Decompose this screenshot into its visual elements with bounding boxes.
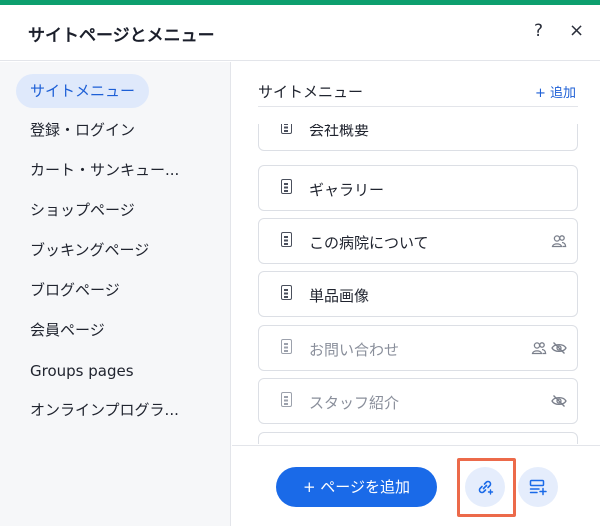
page-row-about-hospital[interactable]: この病院について bbox=[258, 218, 578, 264]
sidebar: サイトメニュー 登録・ログイン カート・サンキュー... ショップページ ブッキ… bbox=[0, 62, 231, 526]
sidebar-item-booking-pages[interactable]: ブッキングページ bbox=[16, 233, 163, 267]
section-title: サイトメニュー bbox=[258, 83, 364, 101]
panel-footer: + ページを追加 bbox=[232, 445, 600, 526]
page-label: この病院について bbox=[309, 234, 429, 252]
page-row-single-image[interactable]: 単品画像 bbox=[258, 271, 578, 317]
add-menu-button[interactable] bbox=[518, 467, 558, 507]
help-icon[interactable]: ? bbox=[534, 21, 543, 41]
panel-title: サイトページとメニュー bbox=[28, 26, 215, 46]
page-row-contact[interactable]: お問い合わせ bbox=[258, 325, 578, 371]
sidebar-item-shop-pages[interactable]: ショップページ bbox=[16, 193, 149, 227]
hidden-eye-icon bbox=[551, 395, 567, 407]
page-icon bbox=[281, 392, 292, 407]
page-label: 会社概要 bbox=[309, 124, 370, 139]
main-panel: サイトメニュー + 追加 会社概要 ギャラリー この病院について 単品画像 お問… bbox=[232, 62, 600, 526]
page-icon bbox=[281, 232, 292, 247]
sidebar-item-member-pages[interactable]: 会員ページ bbox=[16, 313, 119, 347]
link-add-icon bbox=[478, 480, 494, 495]
close-icon[interactable]: × bbox=[569, 21, 584, 41]
page-row-gallery[interactable]: ギャラリー bbox=[258, 165, 578, 211]
hidden-eye-icon bbox=[551, 342, 567, 354]
page-row-staff[interactable]: スタッフ紹介 bbox=[258, 378, 578, 424]
add-menu-item-link[interactable]: + 追加 bbox=[535, 82, 576, 101]
page-icon bbox=[281, 124, 292, 134]
page-label: 単品画像 bbox=[309, 287, 370, 305]
page-label: スタッフ紹介 bbox=[309, 394, 400, 412]
menu-add-icon bbox=[529, 479, 547, 496]
page-list[interactable]: 会社概要 ギャラリー この病院について 単品画像 お問い合わせ スタッフ紹介 bbox=[256, 124, 580, 444]
sidebar-item-site-menu[interactable]: サイトメニュー bbox=[16, 74, 150, 108]
page-icon bbox=[281, 339, 292, 354]
sidebar-item-signup-login[interactable]: 登録・ログイン bbox=[16, 113, 149, 147]
page-row-next[interactable] bbox=[258, 432, 578, 444]
add-page-button[interactable]: + ページを追加 bbox=[276, 467, 437, 507]
members-only-icon bbox=[551, 235, 567, 248]
page-icon bbox=[281, 179, 292, 194]
add-link-button[interactable] bbox=[465, 467, 505, 507]
members-only-icon bbox=[531, 342, 547, 355]
panel-header: サイトページとメニュー ? × bbox=[0, 5, 600, 61]
sidebar-item-blog-pages[interactable]: ブログページ bbox=[16, 273, 134, 307]
sidebar-item-groups-pages[interactable]: Groups pages bbox=[16, 354, 148, 388]
page-row-company[interactable]: 会社概要 bbox=[258, 124, 578, 151]
sidebar-item-cart-thankyou[interactable]: カート・サンキュー... bbox=[16, 153, 193, 187]
page-label: お問い合わせ bbox=[309, 341, 400, 359]
sidebar-item-online-programs[interactable]: オンラインプログラ... bbox=[16, 393, 193, 427]
page-icon bbox=[281, 285, 292, 300]
page-label: ギャラリー bbox=[309, 181, 385, 199]
section-divider bbox=[258, 106, 578, 107]
